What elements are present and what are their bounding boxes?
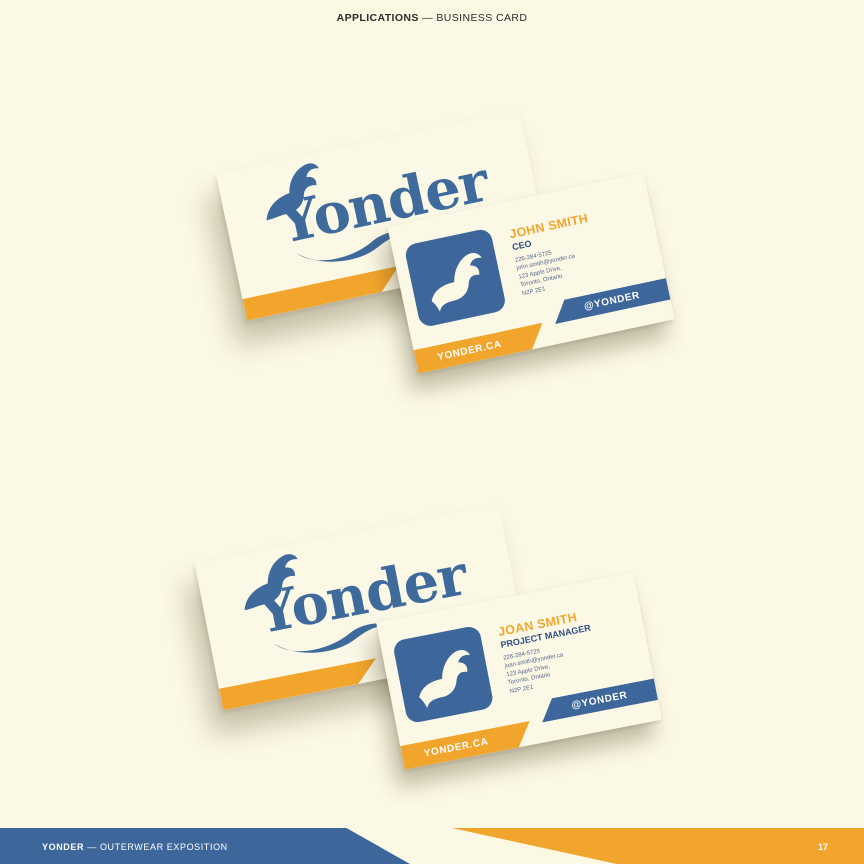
website-banner: YONDER.CA [400,721,534,770]
orange-stripe [242,266,403,321]
footer-title: YONDER — OUTERWEAR EXPOSITION [42,842,228,852]
goat-icon [431,253,482,312]
goat-icon [419,650,471,709]
section-subtitle: BUSINESS CARD [436,12,528,24]
contact-details: 226-284-5725 john.smith@yonder.ca 123 Ap… [514,245,581,298]
footer-orange-band [452,828,864,864]
footer-label: OUTERWEAR EXPOSITION [99,842,228,852]
logo-tile [403,227,508,329]
website-banner: YONDER.CA [413,323,547,374]
orange-stripe [219,658,380,710]
header-separator: — [422,12,434,24]
page-header: APPLICATIONS — BUSINESS CARD [0,12,864,24]
footer-brand: YONDER [42,842,85,852]
contact-details: 226-284-5725 joan.smith@yonder.ca 123 Ap… [503,643,569,696]
page-number: 17 [817,842,828,852]
section-title: APPLICATIONS [336,12,419,24]
person-name: JOHN SMITH [508,211,590,242]
logo-tile [392,624,495,725]
footer-separator: — [87,842,97,852]
